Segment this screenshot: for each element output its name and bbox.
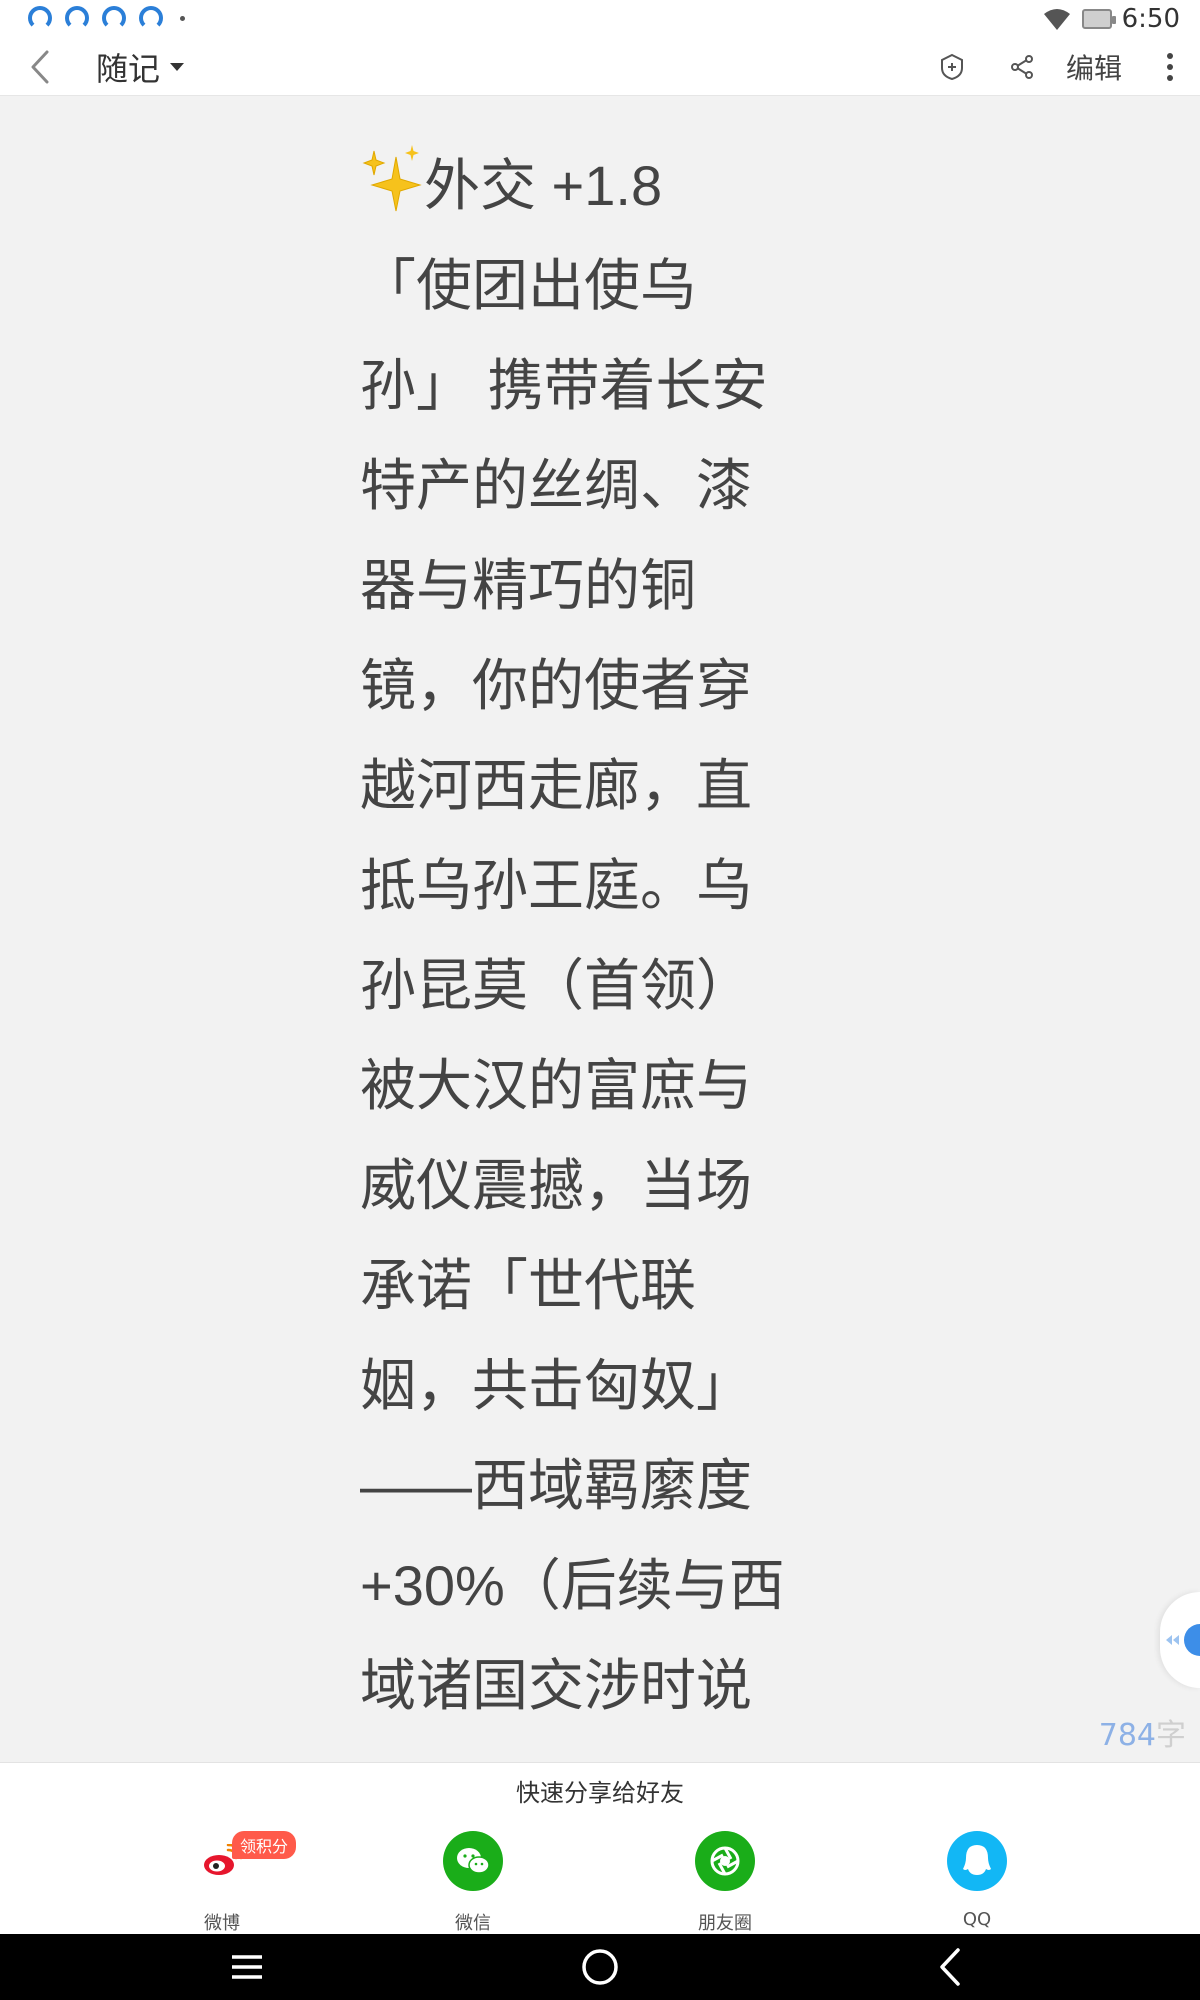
note-line: 域诸国交涉时说 <box>360 1654 752 1717</box>
nav-back-button[interactable] <box>905 1934 995 2000</box>
share-qq-label: QQ <box>962 1909 992 1930</box>
status-right: 6:50 <box>1042 4 1180 34</box>
note-line: 越河西走廊，直 <box>360 754 752 817</box>
nav-home-button[interactable] <box>555 1934 645 2000</box>
notebook-title: 随记 <box>96 50 161 88</box>
back-button[interactable] <box>20 46 60 88</box>
note-line: 威仪震撼，当场 <box>360 1154 752 1217</box>
word-count-unit: 字 <box>1156 1718 1186 1753</box>
status-bar: 6:50 <box>0 0 1200 38</box>
note-first-line-text: 外交 +1.8 <box>424 154 663 217</box>
moments-icon <box>695 1831 755 1891</box>
title-bar: 随记 编辑 <box>0 38 1200 96</box>
note-line: 孙」 携带着长安 <box>360 354 768 417</box>
notification-icons <box>28 6 185 30</box>
share-qq-button[interactable]: QQ <box>907 1831 1047 1930</box>
caret-down-icon <box>170 63 185 71</box>
quote-icon <box>139 6 163 30</box>
battery-icon <box>1081 9 1116 29</box>
share-moments-label: 朋友圈 <box>698 1913 752 1934</box>
back-icon <box>940 1948 960 1986</box>
note-content[interactable]: 外交 +1.8 「使团出使乌 孙」 携带着长安 特产的丝绸、漆 器与精巧的铜 镜… <box>360 136 830 1736</box>
qq-icon <box>947 1831 1007 1891</box>
note-line: 器与精巧的铜 <box>360 554 696 617</box>
word-count: 784字 <box>1099 1710 1186 1754</box>
screen: 6:50 随记 编辑 外交 +1.8 「使团出使乌 孙」 携带着长安 特产的丝绸… <box>0 0 1200 2000</box>
note-line: ——西域羁縻度 <box>360 1454 752 1517</box>
points-badge: 领积分 <box>232 1831 297 1859</box>
nav-bar <box>0 1934 1200 2000</box>
note-line: 承诺「世代联 <box>360 1254 696 1317</box>
share-weibo-label: 微博 <box>204 1913 240 1934</box>
note-line: 被大汉的富庶与 <box>360 1054 752 1117</box>
share-moments-button[interactable]: 朋友圈 <box>655 1831 795 1935</box>
menu-icon <box>232 1955 262 1979</box>
quote-icon <box>28 6 52 30</box>
shield-plus-icon <box>941 53 963 81</box>
note-line: 镜，你的使者穿 <box>360 654 752 717</box>
edit-button[interactable]: 编辑 <box>1064 47 1124 87</box>
more-button[interactable] <box>1150 47 1190 87</box>
floating-tts-handle[interactable] <box>1160 1592 1200 1688</box>
note-line: 孙昆莫（首领） <box>360 954 752 1017</box>
quote-icon <box>102 6 126 30</box>
note-line: 特产的丝绸、漆 <box>360 454 752 517</box>
share-wechat-button[interactable]: 微信 <box>403 1831 543 1935</box>
share-panel: 快速分享给好友 微博 领积分 微信 朋友圈 QQ <box>0 1762 1200 1934</box>
more-notifications-dot <box>180 15 185 21</box>
quote-icon <box>65 6 89 30</box>
rewind-icon <box>1166 1624 1200 1656</box>
share-panel-title: 快速分享给好友 <box>516 1779 684 1807</box>
note-line: +30%（后续与西 <box>360 1554 785 1617</box>
home-icon <box>582 1949 618 1985</box>
share-button[interactable] <box>1002 47 1042 87</box>
back-arrow-icon <box>31 50 49 84</box>
sparkles-emoji-icon <box>360 143 424 213</box>
add-tag-button[interactable] <box>932 47 972 87</box>
share-wechat-label: 微信 <box>455 1913 491 1934</box>
wechat-icon <box>443 1831 503 1891</box>
note-line: 姻，共击匈奴」 <box>360 1354 752 1417</box>
share-icon <box>1011 55 1033 79</box>
word-count-number: 784 <box>1098 1718 1156 1753</box>
clock: 6:50 <box>1121 4 1180 34</box>
notebook-selector[interactable]: 随记 <box>96 44 185 90</box>
wifi-icon <box>1043 9 1070 30</box>
note-line: 「使团出使乌 <box>360 254 696 317</box>
nav-menu-button[interactable] <box>202 1934 292 2000</box>
note-line: 抵乌孙王庭。乌 <box>360 854 752 917</box>
more-vertical-icon <box>1167 53 1173 81</box>
note-first-line: 外交 +1.8 <box>360 136 830 236</box>
